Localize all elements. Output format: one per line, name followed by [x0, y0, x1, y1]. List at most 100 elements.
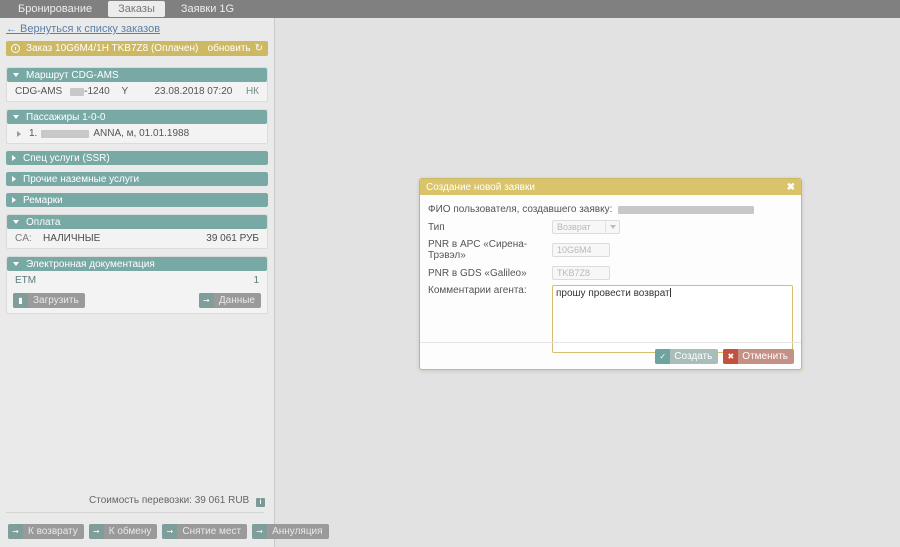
cancellation-button-label: Аннуляция — [272, 526, 323, 537]
creator-label: ФИО пользователя, создавшего заявку: — [428, 204, 613, 215]
arrow-right-icon: ➞ — [198, 293, 214, 308]
section-route-title: Маршрут CDG-AMS — [26, 69, 119, 81]
type-select[interactable]: Возврат — [552, 220, 620, 234]
order-title: Заказ 10G6M4/1H TKB7Z8 (Оплачен) — [26, 43, 199, 54]
section-ground-services-header[interactable]: Прочие наземные услуги — [6, 172, 268, 186]
pnr-arc-row: PNR в АРС «Сирена-Трэвэл» 10G6M4 — [428, 239, 793, 261]
section-remarks-header[interactable]: Ремарки — [6, 193, 268, 207]
edoc-button-bar: ▮ Загрузить ➞ Данные — [7, 290, 267, 313]
payment-method: НАЛИЧНЫЕ — [43, 233, 101, 244]
nav-tab-booking[interactable]: Бронирование — [8, 1, 102, 17]
transport-cost: Стоимость перевозки: 39 061 RUB i — [0, 495, 275, 507]
section-ssr-title: Спец услуги (SSR) — [23, 152, 110, 164]
chevron-right-icon — [17, 130, 21, 137]
section-passengers-header[interactable]: Пассажиры 1-0-0 — [7, 110, 267, 124]
edoc-data-button[interactable]: ➞ Данные — [198, 293, 261, 308]
text-cursor — [669, 288, 671, 297]
section-payment-header[interactable]: Оплата — [7, 215, 267, 229]
transport-cost-label: Стоимость перевозки: — [89, 495, 192, 506]
back-to-orders-link[interactable]: ← Вернуться к списку заказов — [6, 23, 274, 35]
nav-tab-orders[interactable]: Заказы — [108, 1, 165, 17]
create-button-label: Создать — [674, 350, 713, 362]
order-action-bar: ➞ К возврату ➞ К обмену ➞ Снятие мест ➞ … — [0, 524, 329, 539]
redacted-carrier — [70, 87, 85, 96]
dialog-body: ФИО пользователя, создавшего заявку: Тип… — [420, 195, 801, 353]
section-payment: Оплата CA: НАЛИЧНЫЕ 39 061 РУБ — [6, 214, 268, 249]
passenger-row[interactable]: 1. ANNA, м, 01.01.1988 — [7, 124, 267, 143]
type-label: Тип — [428, 221, 445, 233]
info-icon[interactable]: i — [256, 498, 265, 507]
order-status-bar: Заказ 10G6M4/1H TKB7Z8 (Оплачен) обновит… — [6, 41, 268, 56]
dialog-footer: ✓ Создать ✖ Отменить — [420, 342, 801, 369]
route-datetime: 23.08.2018 07:20 — [154, 86, 233, 97]
arrow-right-icon: ➞ — [162, 524, 178, 539]
chevron-down-icon — [13, 262, 19, 266]
refund-button[interactable]: ➞ К возврату — [8, 524, 84, 539]
app-root: Бронирование Заказы Заявки 1G ← Вернутьс… — [0, 0, 900, 547]
clock-icon — [11, 44, 20, 53]
exchange-button[interactable]: ➞ К обмену — [88, 524, 158, 539]
comment-text: прошу провести возврат — [556, 288, 670, 299]
payment-row: CA: НАЛИЧНЫЕ 39 061 РУБ — [7, 229, 267, 248]
arrow-right-icon: ➞ — [252, 524, 268, 539]
seat-removal-button[interactable]: ➞ Снятие мест — [162, 524, 248, 539]
exchange-button-label: К обмену — [108, 526, 152, 537]
seat-removal-button-label: Снятие мест — [182, 526, 242, 537]
section-route: Маршрут CDG-AMS CDG-AMS -1240 Y 23.08.20… — [6, 67, 268, 102]
route-class: Y — [121, 86, 129, 97]
transport-cost-value: 39 061 RUB — [194, 495, 250, 506]
payment-code: CA: — [15, 233, 32, 244]
edoc-row: ETM 1 — [7, 271, 267, 290]
route-row: CDG-AMS -1240 Y 23.08.2018 07:20 НК — [7, 82, 267, 101]
chevron-down-icon — [13, 220, 19, 224]
refresh-label: обновить — [207, 43, 251, 54]
chevron-down-icon — [13, 115, 19, 119]
section-ssr-header[interactable]: Спец услуги (SSR) — [6, 151, 268, 165]
chevron-down-icon — [605, 221, 619, 233]
refresh-order-button[interactable]: обновить ↻ — [208, 43, 263, 54]
top-navigation: Бронирование Заказы Заявки 1G — [0, 0, 900, 18]
section-passengers: Пассажиры 1-0-0 1. ANNA, м, 01.01.1988 — [6, 109, 268, 144]
cancel-button[interactable]: ✖ Отменить — [723, 348, 794, 364]
download-button-label: Загрузить — [33, 295, 79, 306]
type-select-value: Возврат — [557, 222, 591, 232]
creator-row: ФИО пользователя, создавшего заявку: — [428, 204, 793, 215]
chevron-right-icon — [12, 197, 16, 203]
chevron-right-icon — [12, 155, 16, 161]
edoc-count: 1 — [253, 275, 259, 286]
type-row: Тип Возврат — [428, 220, 793, 234]
payment-amount: 39 061 РУБ — [206, 233, 259, 244]
passenger-index: 1. — [29, 128, 38, 139]
create-button[interactable]: ✓ Создать — [655, 348, 719, 364]
section-ground-services: Прочие наземные услуги — [6, 172, 268, 186]
passenger-name: ANNA, м, 01.01.1988 — [93, 128, 190, 139]
chevron-down-icon — [13, 73, 19, 77]
route-segment: CDG-AMS — [15, 86, 63, 97]
dialog-title-bar: Создание новой заявки ✖ — [420, 179, 801, 195]
download-button[interactable]: ▮ Загрузить — [13, 293, 85, 308]
close-icon[interactable]: ✖ — [787, 182, 795, 193]
section-edocs: Электронная документация ETM 1 ▮ Загрузи… — [6, 256, 268, 314]
section-ground-services-title: Прочие наземные услуги — [23, 173, 140, 185]
cancel-button-label: Отменить — [742, 350, 788, 362]
pnr-gds-input[interactable]: TKB7Z8 — [552, 266, 610, 280]
upload-icon: ▮ — [13, 293, 28, 308]
section-ssr: Спец услуги (SSR) — [6, 151, 268, 165]
edoc-data-button-label: Данные — [218, 295, 255, 306]
refresh-icon: ↻ — [254, 43, 263, 54]
section-remarks-title: Ремарки — [23, 194, 63, 206]
route-flight: -1240 — [70, 86, 110, 97]
order-details-panel: ← Вернуться к списку заказов Заказ 10G6M… — [0, 18, 329, 547]
arrow-right-icon: ➞ — [88, 524, 104, 539]
edoc-type: ETM — [15, 275, 37, 286]
cancellation-button[interactable]: ➞ Аннуляция — [252, 524, 329, 539]
pnr-arc-label: PNR в АРС «Сирена-Трэвэл» — [428, 239, 528, 261]
pnr-arc-input[interactable]: 10G6M4 — [552, 243, 610, 257]
section-route-header[interactable]: Маршрут CDG-AMS — [7, 68, 267, 82]
redacted-passenger-surname — [41, 129, 90, 138]
panel-body: Маршрут CDG-AMS CDG-AMS -1240 Y 23.08.20… — [0, 56, 274, 314]
section-remarks: Ремарки — [6, 193, 268, 207]
route-flight-number: -1240 — [84, 86, 110, 97]
section-edocs-header[interactable]: Электронная документация — [7, 257, 267, 271]
nav-tab-requests-1g[interactable]: Заявки 1G — [171, 1, 244, 17]
